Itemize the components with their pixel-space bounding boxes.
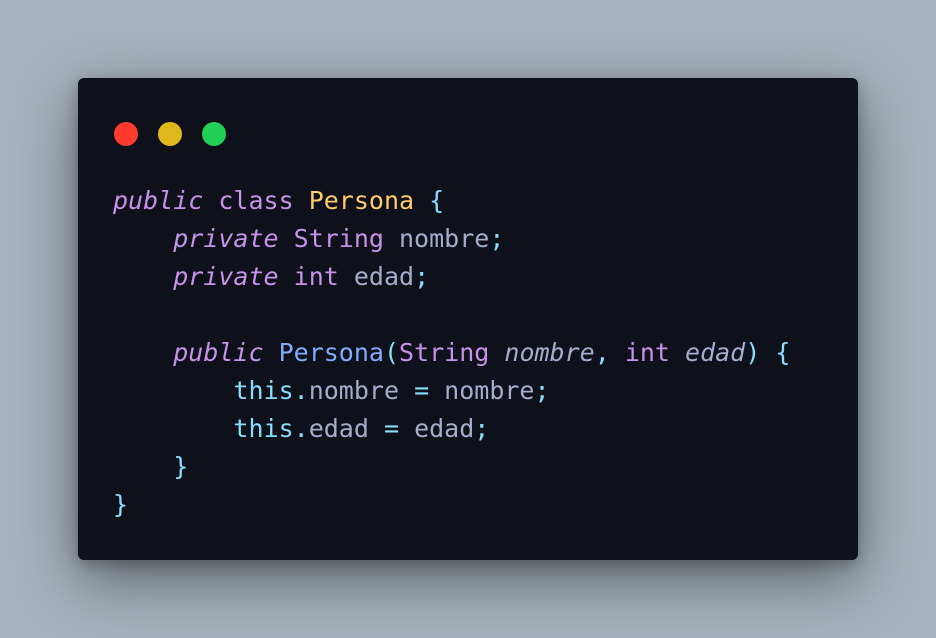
maximize-button[interactable] <box>202 122 226 146</box>
code-token: nombre <box>308 376 415 405</box>
code-token: { <box>429 186 445 215</box>
code-token: this <box>233 376 294 405</box>
code-window: public class Persona { private String no… <box>78 78 858 560</box>
code-line: public Persona(String nombre, int edad) … <box>113 334 790 372</box>
code-token: nombre <box>429 376 535 405</box>
code-token: . <box>293 376 309 405</box>
code-line: } <box>113 448 790 486</box>
code-token: String <box>399 338 490 367</box>
code-line: this.edad = edad; <box>113 410 790 448</box>
code-token: ( <box>383 338 400 367</box>
code-token: . <box>293 414 309 443</box>
code-token: ; <box>414 262 430 291</box>
code-token: = <box>414 376 430 405</box>
code-token: int <box>293 262 339 291</box>
code-token: String <box>293 224 384 253</box>
code-token: ; <box>474 414 490 443</box>
code-token: , <box>594 338 625 367</box>
code-token: ) <box>745 338 761 367</box>
code-token: edad <box>308 414 384 443</box>
code-token: ; <box>489 224 505 253</box>
code-token: ; <box>534 376 550 405</box>
code-line: } <box>113 486 790 524</box>
code-token: public <box>173 338 264 367</box>
code-token: } <box>173 452 189 481</box>
code-token: private <box>173 224 279 253</box>
code-token: Persona <box>278 338 384 367</box>
code-token: = <box>383 414 400 443</box>
code-token: edad <box>685 338 746 367</box>
code-line: this.nombre = nombre; <box>113 372 790 410</box>
code-token: nombre <box>383 224 490 253</box>
code-block: public class Persona { private String no… <box>113 182 790 524</box>
minimize-button[interactable] <box>158 122 182 146</box>
code-token: edad <box>338 262 415 291</box>
code-token: class <box>218 186 294 215</box>
code-token: int <box>624 338 670 367</box>
code-token: this <box>233 414 294 443</box>
code-line: private int edad; <box>113 258 790 296</box>
code-token: private <box>173 262 279 291</box>
code-token: nombre <box>504 338 595 367</box>
close-button[interactable] <box>114 122 138 146</box>
code-token: } <box>113 490 129 519</box>
code-token: edad <box>399 414 475 443</box>
code-token: Persona <box>308 186 415 215</box>
code-line: private String nombre; <box>113 220 790 258</box>
code-token: { <box>775 338 791 367</box>
code-token: public <box>113 186 204 215</box>
code-line: public class Persona { <box>113 182 790 220</box>
